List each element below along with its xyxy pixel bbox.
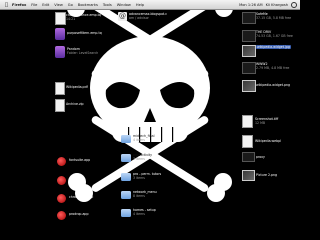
desktop-item-label[interactable]: midtech_final 4 items	[133, 134, 154, 142]
hard-drive-icon[interactable]	[242, 30, 256, 42]
document-icon[interactable]	[55, 28, 65, 40]
desktop-item-label[interactable]: proxy	[256, 155, 265, 160]
network-icon[interactable]	[242, 152, 255, 162]
image-icon[interactable]	[242, 115, 253, 128]
desktop-item-label[interactable]: wikipedia-widget.png	[256, 83, 290, 88]
image-icon[interactable]	[242, 45, 256, 57]
desktop-item-label[interactable]: Wikipedia.webpl	[255, 139, 281, 144]
desktop-item-label[interactable]: chronology.app	[69, 195, 93, 200]
document-icon[interactable]	[242, 135, 253, 148]
desktop-item-label[interactable]: cite / advance.emp.tq 14:21	[66, 13, 101, 21]
desktop-item-label[interactable]: productivity 3 items	[133, 153, 152, 161]
apple-menu-icon[interactable]: 	[5, 2, 8, 8]
file-icon[interactable]	[55, 12, 66, 25]
desktop-item-label[interactable]: SafeMe 37.15 GB, 5.8 MB free	[256, 12, 291, 20]
folder-icon[interactable]	[121, 135, 131, 143]
menu-help[interactable]: Help	[136, 3, 144, 7]
desktop-item-label[interactable]: pro.app	[69, 177, 81, 182]
hard-drive-icon[interactable]	[242, 62, 256, 74]
folder-icon[interactable]	[121, 209, 131, 217]
menu-edit[interactable]: Edit	[42, 3, 49, 7]
desktop-item-label[interactable]: wikipedia-widget.jpg	[256, 45, 291, 50]
desktop-item-label[interactable]: WWW2 2.79 MB, 4.8 MB free	[256, 62, 289, 70]
document-icon[interactable]	[55, 46, 65, 58]
hard-drive-icon[interactable]	[242, 12, 256, 24]
desktop-item-label[interactable]: homes - setup 4 items	[133, 208, 156, 216]
desktop-item-label[interactable]: THE DRIV 74.53 GB, 1.67 GB free	[256, 30, 293, 38]
menu-firefox[interactable]: Firefox	[12, 3, 26, 7]
folder-icon[interactable]	[121, 154, 131, 162]
image-icon[interactable]	[242, 170, 255, 181]
image-icon[interactable]	[242, 80, 256, 92]
pdf-icon[interactable]	[55, 82, 65, 95]
at-sign-icon[interactable]: @	[118, 12, 127, 21]
menu-extras: Mon 1:26 AM Kli Khargosh	[236, 0, 297, 9]
desktop-item-label[interactable]: prodrop.app	[69, 212, 88, 217]
menu-bookmarks[interactable]: Bookmarks	[78, 3, 98, 7]
desktop-item-label[interactable]: Pandom Folder: LevelSearch	[67, 47, 98, 55]
spotlight-icon[interactable]	[291, 1, 297, 8]
desktop-item-label[interactable]: purposefiltern.emp.tq	[67, 31, 102, 36]
desktop-item-label[interactable]: Picture 2.png	[256, 173, 277, 178]
app-icon[interactable]	[57, 157, 66, 166]
desktop-item-label[interactable]: network_menu 8 items	[133, 190, 157, 198]
clock[interactable]: Mon 1:26 AM	[239, 3, 263, 7]
menu-tools[interactable]: Tools	[103, 3, 112, 7]
desktop-item-label[interactable]: Screenshot.tiff 12 MB	[255, 117, 278, 125]
menu-bar:  Firefox File Edit View Go Bookmarks To…	[0, 0, 300, 10]
app-icon[interactable]	[57, 194, 66, 203]
folder-icon[interactable]	[121, 191, 131, 199]
desktop-item-label[interactable]: Archive.zip	[66, 102, 84, 107]
desktop-item-label[interactable]: pro - perm. tutors 3 items	[133, 172, 161, 180]
menu-view[interactable]: View	[54, 3, 63, 7]
desktop-item-label[interactable]: fontsuite.app	[69, 158, 90, 163]
menu-go[interactable]: Go	[68, 3, 73, 7]
desktop-item-label[interactable]: advancemax.blogspot.c om / advisor	[129, 12, 167, 20]
folder-icon[interactable]	[121, 173, 131, 181]
app-icon[interactable]	[57, 176, 66, 185]
menu-file[interactable]: File	[31, 3, 37, 7]
menu-window[interactable]: Window	[117, 3, 131, 7]
archive-icon[interactable]	[55, 99, 65, 112]
desktop-item-label[interactable]: Wikipedia.pdf	[66, 85, 88, 90]
app-icon[interactable]	[57, 211, 66, 220]
user-name[interactable]: Kli Khargosh	[266, 3, 288, 7]
